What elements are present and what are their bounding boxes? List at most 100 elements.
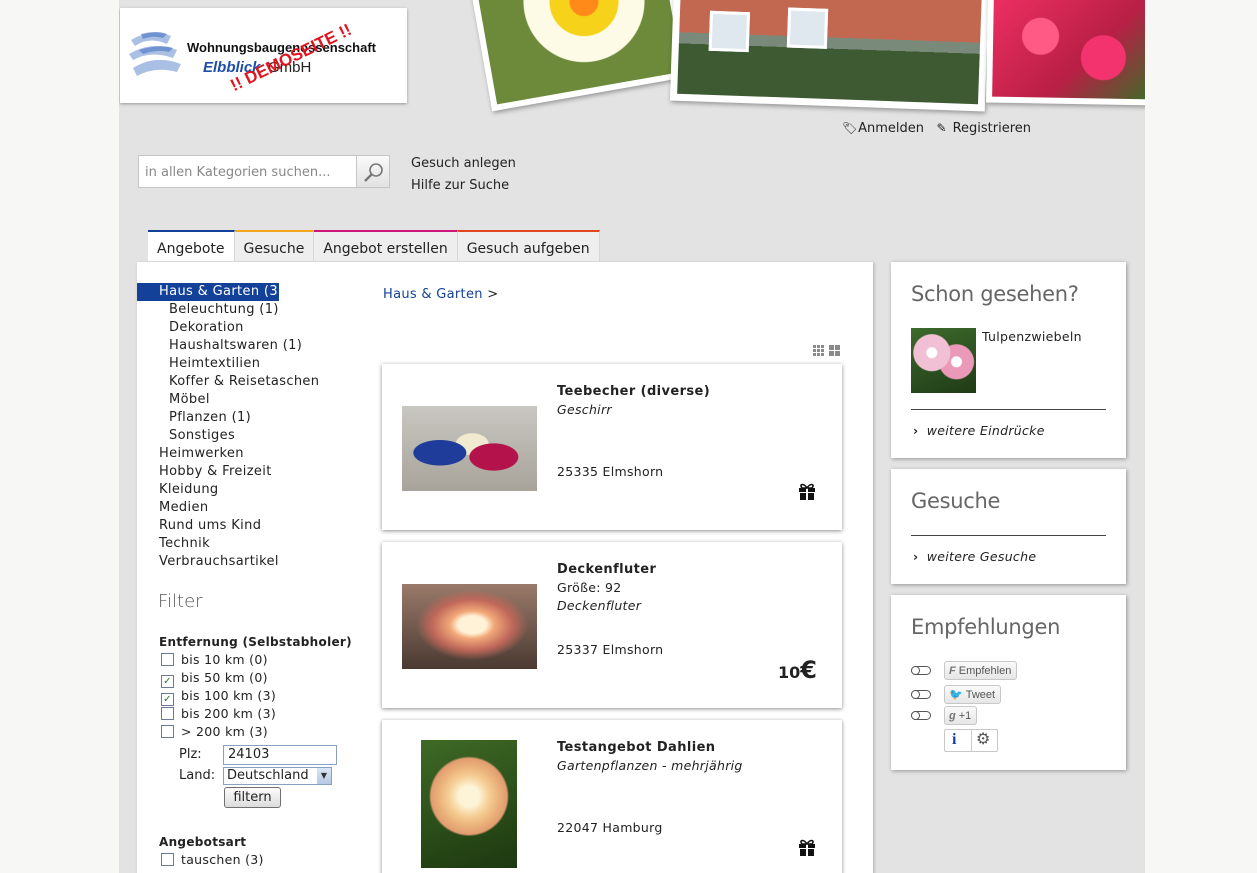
divider (911, 409, 1106, 410)
filter-button[interactable]: filtern (224, 787, 281, 808)
grid-large-view-icon[interactable] (829, 345, 840, 356)
offer-category: Geschirr (557, 402, 612, 417)
offer-thumbnail[interactable] (402, 584, 537, 669)
more-requests-label: weitere Gesuche (926, 549, 1037, 564)
search-input[interactable]: in allen Kategorien suchen... (138, 155, 357, 188)
more-impressions-link[interactable]: › weitere Eindrücke (913, 423, 1045, 438)
category-technik[interactable]: Technik (137, 535, 319, 553)
header-photo-flowers (986, 0, 1145, 106)
offer-location: 25337 Elmshorn (557, 642, 664, 657)
category-heimtextilien[interactable]: Heimtextilien (137, 355, 319, 373)
category-koffer-reisetaschen[interactable]: Koffer & Reisetaschen (137, 373, 319, 391)
plz-input[interactable]: 24103 (223, 745, 337, 765)
google-icon: g (949, 710, 956, 722)
google-toggle[interactable] (911, 711, 931, 720)
category-medien[interactable]: Medien (137, 499, 319, 517)
more-requests-link[interactable]: › weitere Gesuche (913, 549, 1036, 564)
offer-title[interactable]: Deckenfluter (557, 562, 656, 577)
google-plus-button[interactable]: g +1 (944, 706, 978, 725)
category-sonstiges[interactable]: Sonstiges (137, 427, 319, 445)
facebook-icon: F (949, 665, 956, 677)
page-wrapper: Wohnungsbaugenossenschaft Elbblick GmbH … (119, 0, 1145, 873)
facebook-recommend-button[interactable]: F Empfehlen (944, 661, 1018, 680)
category-rund-ums-kind[interactable]: Rund ums Kind (137, 517, 319, 535)
category-pflanzen-1[interactable]: Pflanzen (1) (137, 409, 319, 427)
distance-option[interactable]: bis 10 km (0) (161, 651, 268, 669)
land-label: Land: (179, 768, 216, 783)
offer-title[interactable]: Teebecher (diverse) (557, 384, 710, 399)
requests-box: Gesuche › weitere Gesuche (891, 469, 1126, 584)
land-select[interactable]: Deutschland ▼ (223, 767, 332, 785)
chevron-right-icon: › (913, 423, 919, 438)
distance-option[interactable]: > 200 km (3) (161, 723, 268, 741)
offer-card[interactable]: Teebecher (diverse) Geschirr 25335 Elmshor… (382, 364, 842, 530)
offer-thumbnail[interactable] (421, 740, 517, 868)
tweet-label: Tweet (965, 689, 996, 701)
tab-gesuche[interactable]: Gesuche (234, 230, 315, 261)
gift-icon (799, 483, 815, 500)
breadcrumb: Haus & Garten > (383, 287, 498, 302)
distance-option[interactable]: ✓ bis 50 km (0) (161, 669, 268, 688)
tab-angebot-erstellen[interactable]: Angebot erstellen (314, 230, 458, 261)
main-tabs: Angebote Gesuche Angebot erstellen Gesuc… (148, 230, 600, 261)
offer-card[interactable]: Deckenfluter Größe: 92 Deckenfluter 25337 E… (382, 542, 842, 708)
distance-option-label: bis 10 km (0) (181, 652, 268, 667)
offer-detail: Größe: 92 (557, 580, 622, 595)
filter-title: Filter (158, 591, 203, 612)
distance-option-label: bis 50 km (0) (181, 670, 268, 685)
category-list: Haus & Garten (3) Beleuchtung (1) Dekorati… (137, 283, 319, 571)
divider (911, 535, 1106, 536)
chevron-down-icon: ▼ (317, 768, 331, 784)
offer-type-option[interactable]: tauschen (3) (161, 851, 264, 869)
create-request-link[interactable]: Gesuch anlegen (411, 153, 516, 175)
category-möbel[interactable]: Möbel (137, 391, 319, 409)
category-verbrauchsartikel[interactable]: Verbrauchsartikel (137, 553, 319, 571)
category-beleuchtung-1[interactable]: Beleuchtung (1) (137, 301, 319, 319)
google-label: +1 (958, 710, 972, 722)
offer-title[interactable]: Testangebot Dahlien (557, 740, 715, 755)
register-link[interactable]: ✎ Registrieren (936, 121, 1031, 136)
category-kleidung[interactable]: Kleidung (137, 481, 319, 499)
chevron-right-icon: › (913, 549, 919, 564)
category-haushaltswaren-1[interactable]: Haushaltswaren (1) (137, 337, 319, 355)
category-haus-garten-3[interactable]: Haus & Garten (3) (137, 283, 283, 301)
more-impressions-label: weitere Eindrücke (926, 423, 1045, 438)
offer-thumbnail[interactable] (402, 406, 537, 491)
breadcrumb-link[interactable]: Haus & Garten (383, 287, 483, 302)
info-icon[interactable]: i (952, 731, 956, 749)
register-label: Registrieren (952, 121, 1032, 136)
grid-small-view-icon[interactable] (813, 345, 824, 356)
offer-price: 10€ (778, 656, 817, 684)
search-help-link[interactable]: Hilfe zur Suche (411, 175, 516, 197)
tab-gesuch-aufgeben[interactable]: Gesuch aufgeben (457, 230, 600, 261)
site-logo[interactable]: Wohnungsbaugenossenschaft Elbblick GmbH … (120, 8, 407, 103)
distance-option[interactable]: bis 200 km (3) (161, 705, 276, 723)
checkbox[interactable] (161, 653, 174, 666)
distance-option[interactable]: ✓ bis 100 km (3) (161, 687, 276, 706)
tweet-button[interactable]: 🐦 Tweet (944, 685, 1002, 704)
twitter-bird-icon: 🐦 (949, 689, 963, 701)
category-dekoration[interactable]: Dekoration (137, 319, 319, 337)
facebook-toggle[interactable] (911, 666, 931, 675)
twitter-toggle[interactable] (911, 690, 931, 699)
search-icon (364, 163, 383, 182)
demo-stamp: !! DEMOSEITE !! (227, 20, 355, 96)
offer-card[interactable]: Testangebot Dahlien Gartenpflanzen - mehr… (382, 720, 842, 873)
tab-angebote[interactable]: Angebote (148, 230, 235, 261)
search-button[interactable] (356, 155, 390, 188)
gear-icon[interactable]: ⚙ (976, 729, 990, 748)
main-panel: Haus & Garten (3) Beleuchtung (1) Dekorati… (137, 262, 873, 873)
breadcrumb-separator: > (487, 287, 499, 302)
distance-option-label: bis 200 km (3) (181, 706, 277, 721)
category-hobby-freizeit[interactable]: Hobby & Freizeit (137, 463, 319, 481)
checkbox[interactable] (161, 707, 174, 720)
pencil-icon: ✎ (936, 121, 947, 135)
login-link[interactable]: 🏷 Anmelden (842, 121, 928, 136)
social-settings-group: i ⚙ (944, 729, 998, 752)
category-heimwerken[interactable]: Heimwerken (137, 445, 319, 463)
seen-box: Schon gesehen? Tulpenzwiebeln › weitere … (891, 262, 1126, 458)
offer-category: Gartenpflanzen - mehrjährig (557, 758, 743, 773)
checkbox[interactable] (161, 725, 174, 738)
login-label: Anmelden (858, 121, 925, 136)
checkbox[interactable] (161, 853, 174, 866)
